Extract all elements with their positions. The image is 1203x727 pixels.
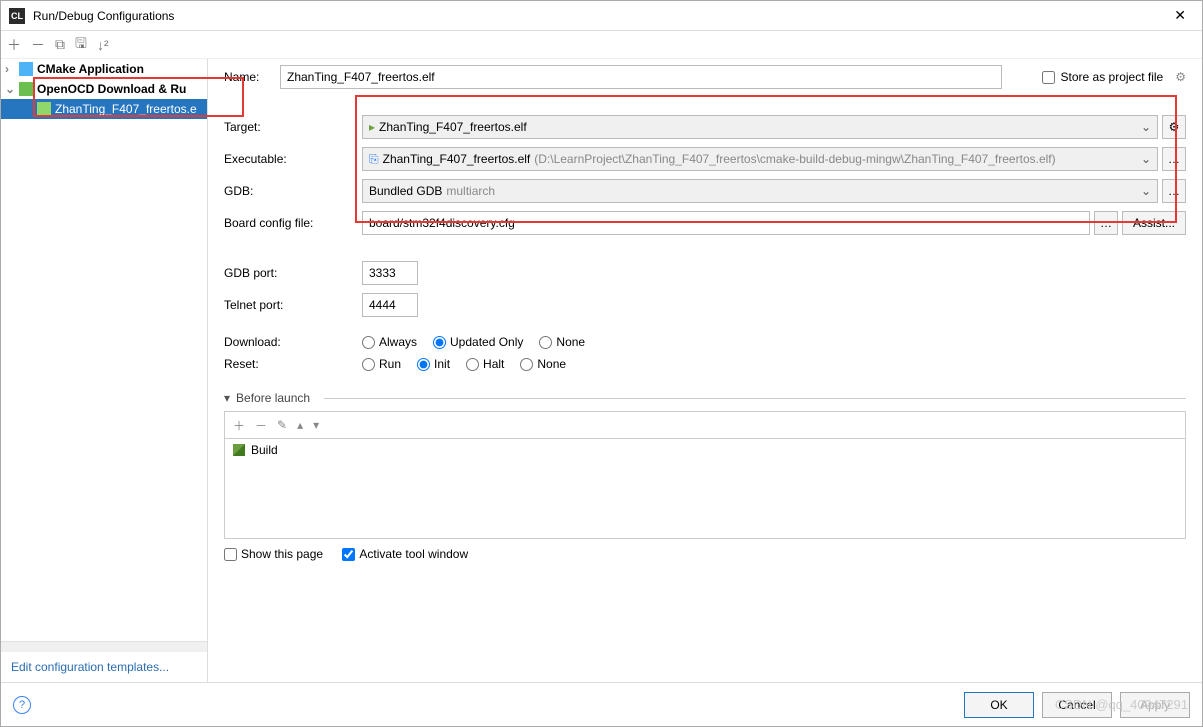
target-label: Target: xyxy=(224,120,362,134)
gdb-port-input[interactable] xyxy=(362,261,418,285)
sidebar: › CMake Application ⌄ OpenOCD Download &… xyxy=(1,59,208,682)
target-icon: ▸ xyxy=(369,120,375,134)
hammer-icon xyxy=(233,444,245,456)
sidebar-scrollbar[interactable] xyxy=(1,641,207,651)
gdb-value: Bundled GDB xyxy=(369,184,442,198)
gdb-hint: multiarch xyxy=(446,184,495,198)
tree-label: OpenOCD Download & Ru xyxy=(37,82,186,96)
openocd-icon xyxy=(19,82,33,96)
activate-tool-checkbox[interactable]: Activate tool window xyxy=(342,547,468,561)
before-launch-toolbar: ＋ － ✎ ▴ ▾ xyxy=(224,411,1186,439)
tree-node-selected[interactable]: ZhanTing_F407_freertos.e xyxy=(1,99,207,119)
titlebar: CL Run/Debug Configurations ✕ xyxy=(1,1,1202,31)
elf-icon xyxy=(37,102,51,116)
chevron-down-icon: ⌄ xyxy=(5,82,19,96)
chevron-down-icon: ⌄ xyxy=(1141,184,1151,198)
chevron-down-icon: ▾ xyxy=(224,391,230,405)
assist-button[interactable]: Assist... xyxy=(1122,211,1186,235)
gdb-port-label: GDB port: xyxy=(224,266,362,280)
copy-icon[interactable]: ⧉ xyxy=(55,36,65,53)
telnet-port-label: Telnet port: xyxy=(224,298,362,312)
download-none[interactable]: None xyxy=(539,335,585,349)
before-launch-list[interactable]: Build xyxy=(224,439,1186,539)
download-label: Download: xyxy=(224,335,362,349)
form-panel: Name: Store as project file ⚙ Target: ▸ … xyxy=(208,59,1202,682)
sort-icon[interactable]: ↓² xyxy=(97,37,109,53)
add-icon[interactable]: ＋ xyxy=(7,35,21,55)
chevron-down-icon: ⌄ xyxy=(1141,120,1151,134)
reset-init[interactable]: Init xyxy=(417,357,450,371)
close-icon[interactable]: ✕ xyxy=(1166,7,1194,24)
store-checkbox[interactable]: Store as project file ⚙ xyxy=(1042,70,1186,84)
target-value: ZhanTing_F407_freertos.elf xyxy=(379,120,527,134)
reset-run[interactable]: Run xyxy=(362,357,401,371)
exe-hint: (D:\LearnProject\ZhanTing_F407_freertos\… xyxy=(534,152,1055,166)
save-icon[interactable]: 🖫 xyxy=(75,33,87,57)
reset-none[interactable]: None xyxy=(520,357,566,371)
ok-button[interactable]: OK xyxy=(964,692,1034,718)
help-icon[interactable]: ? xyxy=(13,696,31,714)
target-settings-button[interactable]: ⚙ xyxy=(1162,115,1186,139)
reset-label: Reset: xyxy=(224,357,362,371)
board-input[interactable] xyxy=(362,211,1090,235)
remove-icon[interactable]: － xyxy=(255,417,267,434)
app-icon: CL xyxy=(9,8,25,24)
gear-icon[interactable]: ⚙ xyxy=(1175,70,1186,84)
exe-icon: ⎘ xyxy=(369,152,379,167)
edit-templates-link[interactable]: Edit configuration templates... xyxy=(1,651,207,682)
telnet-port-input[interactable] xyxy=(362,293,418,317)
cancel-button[interactable]: Cancel xyxy=(1042,692,1112,718)
edit-icon[interactable]: ✎ xyxy=(277,418,287,432)
exe-combo[interactable]: ⎘ ZhanTing_F407_freertos.elf (D:\LearnPr… xyxy=(362,147,1158,171)
gdb-browse-button[interactable]: … xyxy=(1162,179,1186,203)
dialog-footer: ? OK Cancel Apply xyxy=(1,682,1202,726)
cmake-icon xyxy=(19,62,33,76)
board-label: Board config file: xyxy=(224,216,362,230)
exe-label: Executable: xyxy=(224,152,362,166)
exe-browse-button[interactable]: … xyxy=(1162,147,1186,171)
apply-button[interactable]: Apply xyxy=(1120,692,1190,718)
gdb-combo[interactable]: Bundled GDB multiarch ⌄ xyxy=(362,179,1158,203)
tree-label: CMake Application xyxy=(37,62,144,76)
config-tree[interactable]: › CMake Application ⌄ OpenOCD Download &… xyxy=(1,59,207,641)
config-toolbar: ＋ － ⧉ 🖫 ↓² xyxy=(1,31,1202,59)
name-input[interactable] xyxy=(280,65,1002,89)
before-launch-label: Before launch xyxy=(236,391,310,405)
down-icon[interactable]: ▾ xyxy=(313,418,319,432)
build-item-label: Build xyxy=(251,443,278,457)
name-label: Name: xyxy=(224,70,280,84)
reset-halt[interactable]: Halt xyxy=(466,357,504,371)
tree-node-cmake[interactable]: › CMake Application xyxy=(1,59,207,79)
chevron-down-icon: ⌄ xyxy=(1141,152,1151,166)
remove-icon[interactable]: － xyxy=(31,35,45,55)
store-label: Store as project file xyxy=(1061,70,1164,84)
target-combo[interactable]: ▸ ZhanTing_F407_freertos.elf ⌄ xyxy=(362,115,1158,139)
show-page-checkbox[interactable]: Show this page xyxy=(224,547,323,561)
download-updated[interactable]: Updated Only xyxy=(433,335,523,349)
exe-value: ZhanTing_F407_freertos.elf xyxy=(383,152,531,166)
add-icon[interactable]: ＋ xyxy=(233,417,245,434)
board-browse-button[interactable]: … xyxy=(1094,211,1118,235)
store-checkbox-input[interactable] xyxy=(1042,71,1055,84)
tree-node-openocd[interactable]: ⌄ OpenOCD Download & Ru xyxy=(1,79,207,99)
chevron-right-icon: › xyxy=(5,62,19,76)
build-item[interactable]: Build xyxy=(233,443,1177,457)
before-launch-header[interactable]: ▾ Before launch xyxy=(224,391,1186,405)
window-title: Run/Debug Configurations xyxy=(33,9,1166,23)
up-icon[interactable]: ▴ xyxy=(297,418,303,432)
gdb-label: GDB: xyxy=(224,184,362,198)
tree-label: ZhanTing_F407_freertos.e xyxy=(55,102,197,116)
download-always[interactable]: Always xyxy=(362,335,417,349)
